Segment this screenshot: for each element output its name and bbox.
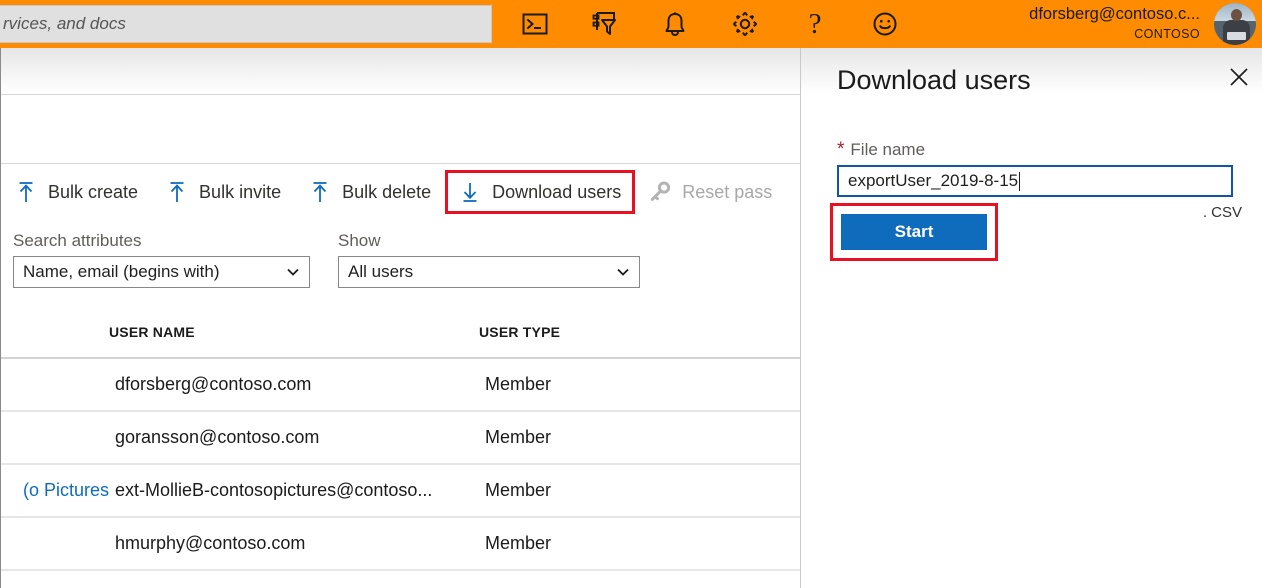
global-header: rvices, and docs xyxy=(0,0,1262,48)
account-menu[interactable]: dforsberg@contoso.c... CONTOSO xyxy=(970,4,1200,42)
row-user-type: Member xyxy=(485,480,800,501)
chevron-down-icon xyxy=(616,265,630,279)
help-question-icon[interactable]: ? xyxy=(800,9,830,39)
file-name-input[interactable]: exportUser_2019-8-15 xyxy=(837,165,1233,197)
global-search-input[interactable]: rvices, and docs xyxy=(0,5,492,43)
pane-header-gradient xyxy=(1,48,800,94)
row-link[interactable]: o Pictures) xyxy=(1,480,115,501)
start-button-highlight: Start xyxy=(830,203,998,261)
upload-arrow-icon xyxy=(166,180,188,204)
search-attributes-label: Search attributes xyxy=(13,230,310,252)
reset-password-button: Reset pass xyxy=(635,170,786,214)
chevron-down-icon xyxy=(286,265,300,279)
download-users-button[interactable]: Download users xyxy=(445,170,635,214)
row-user-name: goransson@contoso.com xyxy=(115,427,485,448)
row-user-name: hmurphy@contoso.com xyxy=(115,533,485,554)
bulk-delete-button[interactable]: Bulk delete xyxy=(295,170,445,214)
required-asterisk: * xyxy=(837,140,844,159)
cloud-shell-icon[interactable] xyxy=(520,9,550,39)
bulk-invite-label: Bulk invite xyxy=(199,182,281,203)
bulk-create-button[interactable]: Bulk create xyxy=(1,170,152,214)
column-header-user-type: USER TYPE xyxy=(479,324,800,340)
upload-arrow-icon xyxy=(309,180,331,204)
show-value: All users xyxy=(339,262,413,282)
close-icon[interactable] xyxy=(1224,62,1254,92)
account-org: CONTOSO xyxy=(970,26,1200,42)
file-name-label-group: * File name xyxy=(837,140,925,160)
show-select[interactable]: All users xyxy=(338,256,640,288)
start-button[interactable]: Start xyxy=(841,214,987,250)
directory-filter-icon[interactable] xyxy=(590,9,620,39)
bulk-create-label: Bulk create xyxy=(48,182,138,203)
avatar-head xyxy=(1231,9,1242,21)
table-row[interactable]: dforsberg@contoso.com Member xyxy=(1,359,800,412)
text-caret xyxy=(1019,172,1020,191)
bulk-invite-button[interactable]: Bulk invite xyxy=(152,170,295,214)
row-user-type: Member xyxy=(485,427,800,448)
table-row[interactable]: goransson@contoso.com Member xyxy=(1,412,800,465)
download-arrow-icon xyxy=(459,180,481,204)
notifications-bell-icon[interactable] xyxy=(660,9,690,39)
avatar-laptop xyxy=(1227,32,1246,40)
download-users-panel: Download users * File name exportUser_20… xyxy=(800,48,1262,588)
row-user-type: Member xyxy=(485,533,800,554)
users-list-pane: Bulk create Bulk invite Bulk delete xyxy=(0,48,800,588)
account-email: dforsberg@contoso.c... xyxy=(970,4,1200,25)
column-header-user-name: USER NAME xyxy=(109,324,479,340)
users-table: USER NAME USER TYPE dforsberg@contoso.co… xyxy=(1,306,800,588)
file-name-value: exportUser_2019-8-15 xyxy=(839,171,1018,191)
row-user-name: dforsberg@contoso.com xyxy=(115,374,485,395)
show-group: Show All users xyxy=(338,230,640,288)
settings-gear-icon[interactable] xyxy=(730,9,760,39)
filter-row: Search attributes Name, email (begins wi… xyxy=(1,230,800,288)
row-user-type: Member xyxy=(485,374,800,395)
table-row[interactable]: hmurphy@contoso.com Member xyxy=(1,518,800,571)
search-attributes-select[interactable]: Name, email (begins with) xyxy=(13,256,310,288)
feedback-smiley-icon[interactable] xyxy=(870,9,900,39)
file-extension-label: . CSV xyxy=(1203,204,1242,221)
upload-arrow-icon xyxy=(15,180,37,204)
show-label: Show xyxy=(338,230,640,252)
table-header-row: USER NAME USER TYPE xyxy=(1,306,800,359)
download-users-label: Download users xyxy=(492,182,621,203)
help-question-glyph: ? xyxy=(809,10,822,39)
avatar[interactable] xyxy=(1214,3,1256,45)
toolbar-top-divider xyxy=(1,163,800,164)
row-user-name: ext-MollieB-contosopictures@contoso... xyxy=(115,480,485,501)
command-bar: Bulk create Bulk invite Bulk delete xyxy=(1,166,800,218)
table-row-partial[interactable] xyxy=(1,571,800,588)
bulk-delete-label: Bulk delete xyxy=(342,182,431,203)
reset-password-label: Reset pass xyxy=(682,182,772,203)
panel-title: Download users xyxy=(837,64,1031,96)
file-name-label: File name xyxy=(850,140,925,160)
header-icon-group: ? xyxy=(520,0,900,48)
table-row[interactable]: o Pictures) ext-MollieB-contosopictures@… xyxy=(1,465,800,518)
search-attributes-group: Search attributes Name, email (begins wi… xyxy=(13,230,310,288)
global-search-placeholder: rvices, and docs xyxy=(0,14,126,34)
pane-header-divider xyxy=(1,94,800,95)
search-attributes-value: Name, email (begins with) xyxy=(14,262,220,282)
key-icon xyxy=(649,180,671,204)
